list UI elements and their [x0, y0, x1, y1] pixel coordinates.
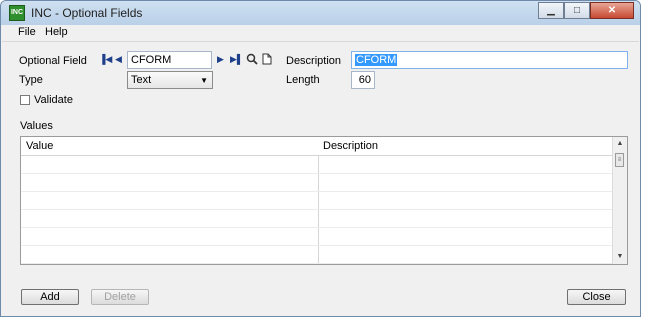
length-input[interactable]: 60 — [351, 71, 375, 89]
description-label: Description — [286, 55, 342, 67]
validate-checkbox[interactable] — [20, 95, 30, 105]
description-input[interactable]: CFORM — [351, 51, 628, 69]
scroll-up-icon[interactable]: ▲ — [613, 137, 627, 151]
grid-header: Value Description — [21, 137, 613, 156]
last-record-icon[interactable]: ▶▌ — [230, 54, 243, 65]
title-bar: INC INC - Optional Fields ▁ □ ✕ — [1, 1, 640, 25]
table-row[interactable] — [21, 174, 613, 192]
scrollbar-thumb[interactable]: ≡ — [615, 153, 624, 167]
search-icon[interactable] — [246, 53, 258, 65]
table-row[interactable] — [21, 192, 613, 210]
optional-fields-window: INC INC - Optional Fields ▁ □ ✕ File Hel… — [0, 0, 641, 317]
validate-label: Validate — [34, 94, 73, 106]
column-header-description[interactable]: Description — [323, 140, 378, 152]
type-label: Type — [19, 74, 43, 86]
menu-help[interactable]: Help — [45, 26, 68, 38]
previous-record-icon[interactable]: ◀ — [115, 54, 122, 65]
delete-button[interactable]: Delete — [91, 289, 149, 305]
close-icon[interactable]: ✕ — [590, 2, 634, 19]
new-document-icon[interactable] — [262, 53, 272, 65]
close-button[interactable]: Close — [567, 289, 626, 305]
add-button[interactable]: Add — [21, 289, 79, 305]
description-selected-text: CFORM — [355, 54, 398, 66]
column-header-value[interactable]: Value — [26, 140, 53, 152]
window-title: INC - Optional Fields — [31, 6, 143, 20]
table-row[interactable] — [21, 246, 613, 264]
length-label: Length — [286, 74, 320, 86]
next-record-icon[interactable]: ▶ — [217, 54, 224, 65]
table-row[interactable] — [21, 210, 613, 228]
app-icon: INC — [9, 5, 25, 21]
optional-field-label: Optional Field — [19, 55, 87, 67]
table-row[interactable] — [21, 156, 613, 174]
chevron-down-icon: ▼ — [200, 76, 208, 85]
vertical-scrollbar[interactable]: ▲ ≡ ▼ — [612, 137, 627, 264]
values-section-label: Values — [20, 120, 53, 132]
first-record-icon[interactable]: ▐◀ — [99, 54, 112, 65]
type-select-value: Text — [131, 74, 152, 86]
minimize-icon[interactable]: ▁ — [538, 2, 564, 19]
maximize-icon[interactable]: □ — [564, 2, 590, 19]
type-select[interactable]: Text ▼ — [127, 71, 213, 89]
menu-bar: File Help — [2, 25, 639, 42]
values-grid[interactable]: Value Description ▲ ≡ ▼ — [20, 136, 628, 265]
table-row[interactable] — [21, 228, 613, 246]
menu-file[interactable]: File — [18, 26, 36, 38]
scroll-down-icon[interactable]: ▼ — [613, 250, 627, 264]
window-controls: ▁ □ ✕ — [538, 2, 634, 19]
optional-field-input[interactable]: CFORM — [127, 51, 212, 69]
